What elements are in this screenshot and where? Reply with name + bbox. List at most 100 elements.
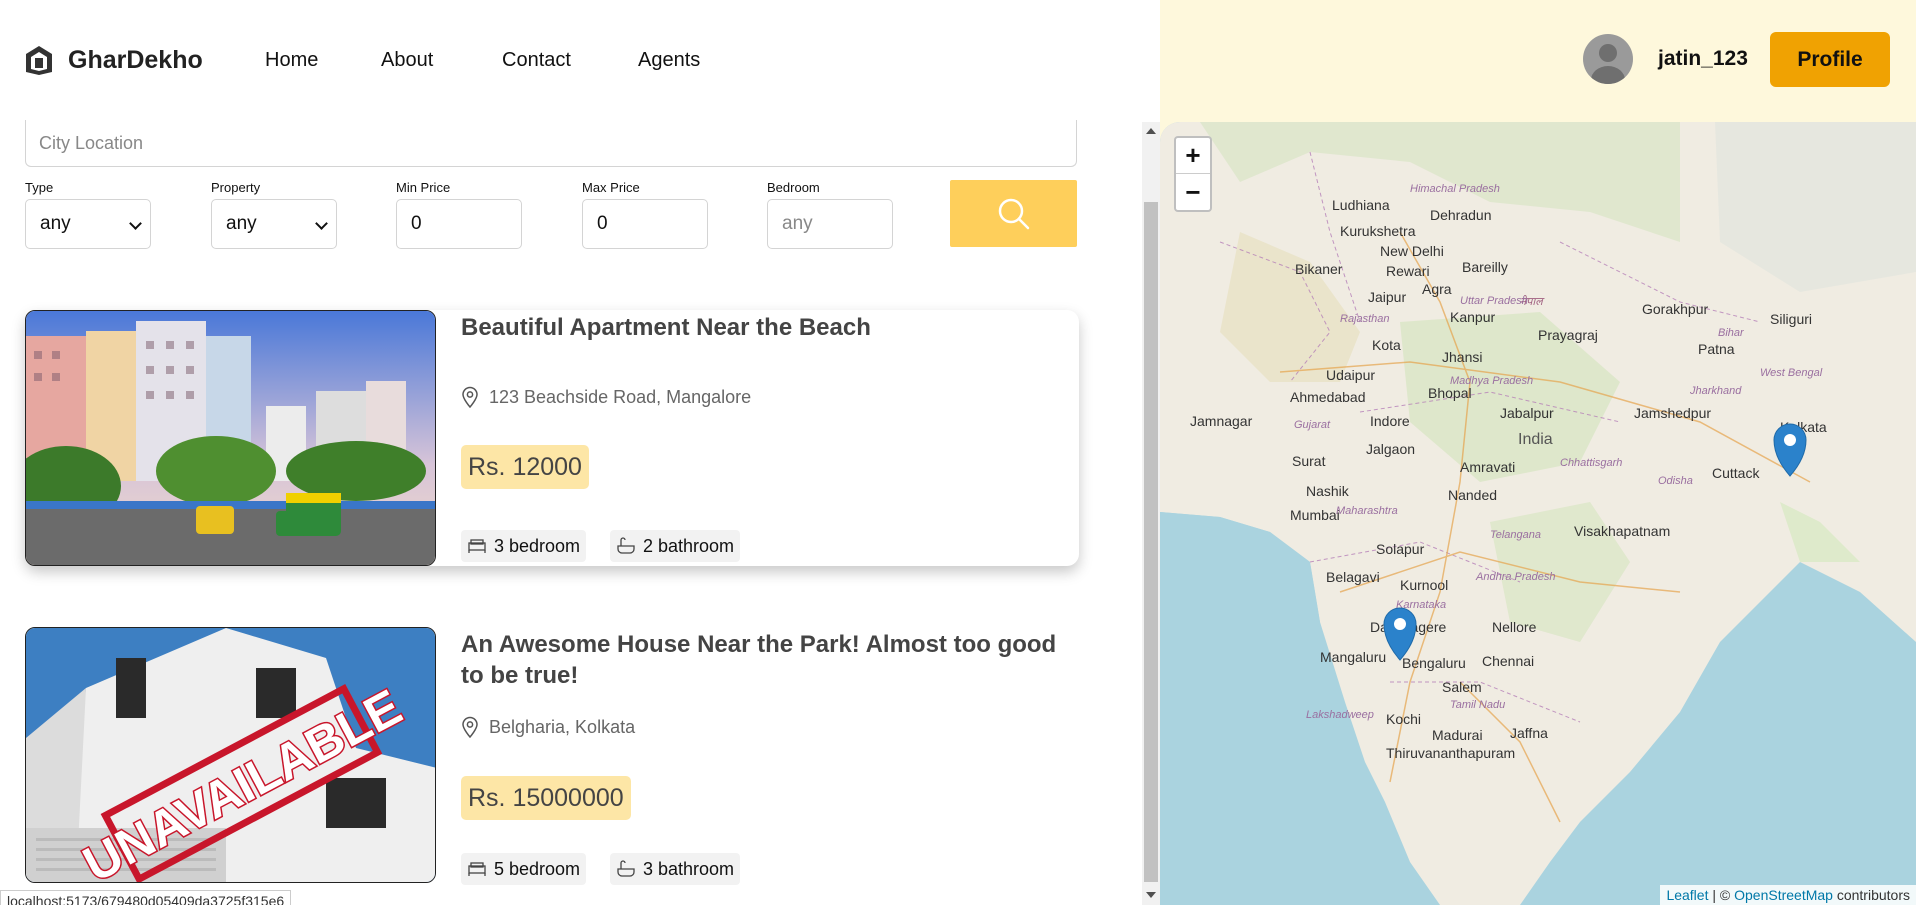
map-label: Patna: [1698, 341, 1735, 357]
map-label: Jalgaon: [1366, 441, 1415, 457]
map-region-label: Lakshadweep: [1306, 709, 1374, 721]
map-label: New Delhi: [1380, 243, 1444, 259]
filter-min-price-label: Min Price: [396, 180, 451, 195]
map-region-label: West Bengal: [1760, 367, 1823, 379]
zoom-out-button[interactable]: −: [1176, 174, 1210, 210]
list-scrollbar[interactable]: [1142, 122, 1160, 905]
map-label: India: [1518, 431, 1553, 448]
map-region-label: Uttar Pradesh: [1460, 295, 1528, 307]
bathroom-count: 2 bathroom: [610, 530, 741, 562]
listing-card[interactable]: UNAVAILABLE An Awesome House Near the Pa…: [25, 627, 1079, 885]
map-region-label: Chhattisgarh: [1560, 457, 1622, 469]
avatar[interactable]: [1583, 34, 1633, 84]
type-select-value: any: [40, 213, 71, 234]
map-label: Jamnagar: [1190, 413, 1253, 429]
type-select[interactable]: any: [25, 199, 151, 249]
page: GharDekho Home About Contact Agents jati…: [0, 0, 1916, 905]
map-label: Bareilly: [1462, 259, 1508, 275]
map-label: Nanded: [1448, 487, 1497, 503]
zoom-in-button[interactable]: +: [1176, 138, 1210, 174]
nav-link-agents[interactable]: Agents: [638, 49, 700, 72]
min-price-input[interactable]: 0: [396, 199, 522, 249]
osm-link[interactable]: OpenStreetMap: [1734, 887, 1833, 903]
map-label: Kurnool: [1400, 577, 1448, 593]
scroll-up-arrow-icon[interactable]: [1146, 128, 1156, 134]
map-label: Ahmedabad: [1290, 389, 1366, 405]
map-label: Belagavi: [1326, 569, 1380, 585]
filter-max-price-label: Max Price: [582, 180, 640, 195]
bathroom-count-text: 3 bathroom: [643, 858, 735, 879]
scroll-thumb[interactable]: [1144, 202, 1158, 882]
listing-card[interactable]: Beautiful Apartment Near the Beach 123 B…: [25, 310, 1079, 566]
map-label: Kurukshetra: [1340, 223, 1416, 239]
chevron-down-icon: [315, 217, 328, 230]
property-select[interactable]: any: [211, 199, 337, 249]
filter-type-label: Type: [25, 180, 54, 195]
map-label: Jhansi: [1442, 349, 1482, 365]
chevron-down-icon: [129, 217, 142, 230]
map-tiles: Ludhiana Dehradun Kurukshetra New Delhi …: [1160, 122, 1916, 905]
user-avatar-icon: [1591, 44, 1625, 84]
map-label: Jaipur: [1368, 289, 1406, 305]
map-label: Jamshedpur: [1634, 405, 1711, 421]
bedroom-count: 3 bedroom: [461, 530, 587, 562]
map-region-label: Rajasthan: [1340, 313, 1390, 325]
map-pin-icon: [462, 386, 478, 408]
map-attribution: Leaflet | © OpenStreetMap contributors: [1660, 885, 1916, 905]
map-label: Kota: [1372, 337, 1401, 353]
max-price-input[interactable]: 0: [582, 199, 708, 249]
status-url: localhost:5173/679480d05409da3725f315e6: [0, 890, 292, 905]
map-label: Thiruvananthapuram: [1386, 745, 1515, 761]
map-label: Agra: [1422, 281, 1452, 297]
nav-link-contact[interactable]: Contact: [502, 49, 571, 72]
navbar: GharDekho Home About Contact Agents jati…: [0, 0, 1916, 120]
map-label: Madurai: [1432, 727, 1483, 743]
map-region-label: Gujarat: [1294, 419, 1331, 431]
nav-link-about[interactable]: About: [381, 49, 433, 72]
map-label: Bengaluru: [1402, 655, 1466, 671]
listing-title[interactable]: Beautiful Apartment Near the Beach: [461, 312, 1061, 343]
profile-button[interactable]: Profile: [1770, 32, 1890, 87]
logo[interactable]: GharDekho: [24, 44, 203, 76]
bedroom-count-text: 3 bedroom: [494, 535, 581, 556]
bedroom-count: 5 bedroom: [461, 853, 587, 885]
property-select-value: any: [226, 213, 257, 234]
scroll-down-arrow-icon[interactable]: [1146, 892, 1156, 898]
listing-image[interactable]: [25, 310, 436, 566]
listing-title[interactable]: An Awesome House Near the Park! Almost t…: [461, 629, 1061, 691]
bedroom-input[interactable]: any: [767, 199, 893, 249]
map-label: Bhopal: [1428, 385, 1472, 401]
nav-link-home[interactable]: Home: [265, 49, 318, 72]
filter-type: Type any: [25, 180, 151, 249]
listing-price: Rs. 12000: [461, 445, 589, 489]
map-label: Bikaner: [1295, 261, 1343, 277]
map-label: Jaffna: [1510, 725, 1548, 741]
map-region-label: Tamil Nadu: [1450, 699, 1505, 711]
username: jatin_123: [1658, 47, 1748, 70]
map-label: Kochi: [1386, 711, 1421, 727]
city-location-input[interactable]: City Location: [25, 120, 1077, 167]
search-icon: [998, 198, 1029, 229]
apartment-photo: [26, 311, 435, 565]
bedroom-count-text: 5 bedroom: [494, 858, 581, 879]
map-label: Dehradun: [1430, 207, 1492, 223]
house-logo-icon: [26, 46, 52, 75]
map-region-label: Himachal Pradesh: [1410, 183, 1500, 195]
map[interactable]: Ludhiana Dehradun Kurukshetra New Delhi …: [1160, 122, 1916, 905]
map-label: Mumbai: [1290, 507, 1340, 523]
brand-name: GharDekho: [68, 45, 203, 74]
map-label: Surat: [1292, 453, 1326, 469]
filter-property: Property any: [211, 180, 337, 249]
map-label: Udaipur: [1326, 367, 1375, 383]
bath-icon: [617, 537, 635, 554]
map-label: Rewari: [1386, 263, 1430, 279]
user-menu: jatin_123: [1583, 34, 1748, 84]
leaflet-link[interactable]: Leaflet: [1666, 887, 1708, 903]
map-label: Siliguri: [1770, 311, 1812, 327]
listing-image[interactable]: UNAVAILABLE: [25, 627, 436, 883]
map-region-label: Telangana: [1490, 529, 1541, 541]
listing-address-text: Belgharia, Kolkata: [489, 716, 636, 737]
map-region-label: Andhra Pradesh: [1475, 571, 1556, 583]
map-label: Nellore: [1492, 619, 1537, 635]
search-button[interactable]: [950, 180, 1077, 247]
